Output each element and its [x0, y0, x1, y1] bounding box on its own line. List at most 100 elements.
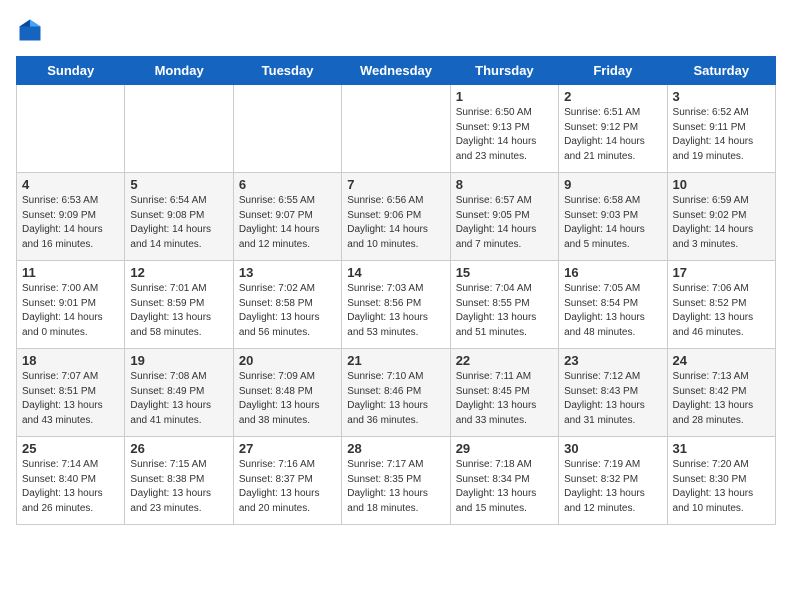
calendar-week-2: 4 Sunrise: 6:53 AM Sunset: 9:09 PM Daylig… [17, 173, 776, 261]
logo-icon [16, 16, 44, 44]
day-header-thursday: Thursday [450, 57, 558, 85]
day-number: 4 [22, 177, 119, 192]
day-number: 11 [22, 265, 119, 280]
calendar-cell: 30 Sunrise: 7:19 AM Sunset: 8:32 PM Dayli… [559, 437, 667, 525]
day-info: Sunrise: 7:10 AM Sunset: 8:46 PM Dayligh… [347, 370, 444, 428]
day-number: 25 [22, 441, 119, 456]
calendar-cell [125, 85, 233, 173]
calendar-cell [17, 85, 125, 173]
day-info: Sunrise: 7:01 AM Sunset: 8:59 PM Dayligh… [130, 282, 227, 340]
calendar-cell: 28Sunrise: 7:17 AM Sunset: 8:35 PM Dayli… [342, 437, 450, 525]
day-info: Sunrise: 7:06 AM Sunset: 8:52 PM Dayligh… [673, 282, 770, 340]
calendar-cell: 5 Sunrise: 6:54 AM Sunset: 9:08 PM Daylig… [125, 173, 233, 261]
calendar-week-1: 1 Sunrise: 6:50 AM Sunset: 9:13 PM Daylig… [17, 85, 776, 173]
day-info: Sunrise: 6:52 AM Sunset: 9:11 PM Dayligh… [673, 106, 770, 164]
day-number: 3 [673, 89, 770, 104]
day-number: 15 [456, 265, 553, 280]
day-info: Sunrise: 7:12 AM Sunset: 8:43 PM Dayligh… [564, 370, 661, 428]
day-info: Sunrise: 6:51 AM Sunset: 9:12 PM Dayligh… [564, 106, 661, 164]
day-header-friday: Friday [559, 57, 667, 85]
calendar-cell: 19Sunrise: 7:08 AM Sunset: 8:49 PM Dayli… [125, 349, 233, 437]
day-number: 30 [564, 441, 661, 456]
day-number: 23 [564, 353, 661, 368]
calendar-cell: 15 Sunrise: 7:04 AM Sunset: 8:55 PM Dayli… [450, 261, 558, 349]
calendar-cell: 25 Sunrise: 7:14 AM Sunset: 8:40 PM Dayli… [17, 437, 125, 525]
day-number: 9 [564, 177, 661, 192]
logo [16, 16, 48, 44]
calendar-cell: 6Sunrise: 6:55 AM Sunset: 9:07 PM Daylig… [233, 173, 341, 261]
calendar-cell [233, 85, 341, 173]
day-info: Sunrise: 7:20 AM Sunset: 8:30 PM Dayligh… [673, 458, 770, 516]
day-number: 8 [456, 177, 553, 192]
calendar-cell: 14 Sunrise: 7:03 AM Sunset: 8:56 PM Dayli… [342, 261, 450, 349]
calendar-cell: 29 Sunrise: 7:18 AM Sunset: 8:34 PM Dayli… [450, 437, 558, 525]
page-header [16, 16, 776, 44]
calendar-cell: 7Sunrise: 6:56 AM Sunset: 9:06 PM Daylig… [342, 173, 450, 261]
day-info: Sunrise: 6:50 AM Sunset: 9:13 PM Dayligh… [456, 106, 553, 164]
day-info: Sunrise: 6:53 AM Sunset: 9:09 PM Dayligh… [22, 194, 119, 252]
day-info: Sunrise: 6:55 AM Sunset: 9:07 PM Dayligh… [239, 194, 336, 252]
calendar-cell: 26 Sunrise: 7:15 AM Sunset: 8:38 PM Dayli… [125, 437, 233, 525]
day-info: Sunrise: 7:02 AM Sunset: 8:58 PM Dayligh… [239, 282, 336, 340]
day-header-monday: Monday [125, 57, 233, 85]
day-number: 21 [347, 353, 444, 368]
day-number: 31 [673, 441, 770, 456]
day-number: 1 [456, 89, 553, 104]
day-number: 17 [673, 265, 770, 280]
calendar-table: SundayMondayTuesdayWednesdayThursdayFrid… [16, 56, 776, 525]
day-info: Sunrise: 7:16 AM Sunset: 8:37 PM Dayligh… [239, 458, 336, 516]
day-info: Sunrise: 7:00 AM Sunset: 9:01 PM Dayligh… [22, 282, 119, 340]
calendar-week-3: 11 Sunrise: 7:00 AM Sunset: 9:01 PM Dayli… [17, 261, 776, 349]
day-number: 29 [456, 441, 553, 456]
day-info: Sunrise: 7:11 AM Sunset: 8:45 PM Dayligh… [456, 370, 553, 428]
day-info: Sunrise: 7:03 AM Sunset: 8:56 PM Dayligh… [347, 282, 444, 340]
day-number: 10 [673, 177, 770, 192]
day-header-saturday: Saturday [667, 57, 775, 85]
calendar-cell: 10 Sunrise: 6:59 AM Sunset: 9:02 PM Dayli… [667, 173, 775, 261]
day-number: 14 [347, 265, 444, 280]
day-number: 5 [130, 177, 227, 192]
calendar-week-5: 25 Sunrise: 7:14 AM Sunset: 8:40 PM Dayli… [17, 437, 776, 525]
calendar-cell: 1 Sunrise: 6:50 AM Sunset: 9:13 PM Daylig… [450, 85, 558, 173]
calendar-cell: 31 Sunrise: 7:20 AM Sunset: 8:30 PM Dayli… [667, 437, 775, 525]
day-number: 24 [673, 353, 770, 368]
day-number: 7 [347, 177, 444, 192]
day-info: Sunrise: 6:59 AM Sunset: 9:02 PM Dayligh… [673, 194, 770, 252]
calendar-cell: 21 Sunrise: 7:10 AM Sunset: 8:46 PM Dayli… [342, 349, 450, 437]
day-info: Sunrise: 7:15 AM Sunset: 8:38 PM Dayligh… [130, 458, 227, 516]
day-info: Sunrise: 6:58 AM Sunset: 9:03 PM Dayligh… [564, 194, 661, 252]
day-header-tuesday: Tuesday [233, 57, 341, 85]
day-number: 28 [347, 441, 444, 456]
day-info: Sunrise: 7:19 AM Sunset: 8:32 PM Dayligh… [564, 458, 661, 516]
calendar-cell: 20 Sunrise: 7:09 AM Sunset: 8:48 PM Dayli… [233, 349, 341, 437]
calendar-cell: 11 Sunrise: 7:00 AM Sunset: 9:01 PM Dayli… [17, 261, 125, 349]
calendar-cell: 4 Sunrise: 6:53 AM Sunset: 9:09 PM Daylig… [17, 173, 125, 261]
calendar-cell: 27 Sunrise: 7:16 AM Sunset: 8:37 PM Dayli… [233, 437, 341, 525]
calendar-cell: 16Sunrise: 7:05 AM Sunset: 8:54 PM Dayli… [559, 261, 667, 349]
calendar-cell: 8Sunrise: 6:57 AM Sunset: 9:05 PM Daylig… [450, 173, 558, 261]
day-number: 19 [130, 353, 227, 368]
day-info: Sunrise: 7:09 AM Sunset: 8:48 PM Dayligh… [239, 370, 336, 428]
day-number: 26 [130, 441, 227, 456]
day-info: Sunrise: 7:14 AM Sunset: 8:40 PM Dayligh… [22, 458, 119, 516]
day-number: 2 [564, 89, 661, 104]
calendar-header-row: SundayMondayTuesdayWednesdayThursdayFrid… [17, 57, 776, 85]
day-number: 20 [239, 353, 336, 368]
day-info: Sunrise: 7:18 AM Sunset: 8:34 PM Dayligh… [456, 458, 553, 516]
day-header-sunday: Sunday [17, 57, 125, 85]
calendar-week-4: 18Sunrise: 7:07 AM Sunset: 8:51 PM Dayli… [17, 349, 776, 437]
day-number: 27 [239, 441, 336, 456]
day-info: Sunrise: 6:54 AM Sunset: 9:08 PM Dayligh… [130, 194, 227, 252]
calendar-cell: 3 Sunrise: 6:52 AM Sunset: 9:11 PM Daylig… [667, 85, 775, 173]
calendar-cell [342, 85, 450, 173]
calendar-cell: 22Sunrise: 7:11 AM Sunset: 8:45 PM Dayli… [450, 349, 558, 437]
calendar-cell: 24 Sunrise: 7:13 AM Sunset: 8:42 PM Dayli… [667, 349, 775, 437]
day-info: Sunrise: 7:04 AM Sunset: 8:55 PM Dayligh… [456, 282, 553, 340]
calendar-cell: 12 Sunrise: 7:01 AM Sunset: 8:59 PM Dayli… [125, 261, 233, 349]
day-info: Sunrise: 7:05 AM Sunset: 8:54 PM Dayligh… [564, 282, 661, 340]
day-info: Sunrise: 7:13 AM Sunset: 8:42 PM Dayligh… [673, 370, 770, 428]
day-number: 12 [130, 265, 227, 280]
calendar-cell: 13Sunrise: 7:02 AM Sunset: 8:58 PM Dayli… [233, 261, 341, 349]
calendar-cell: 2 Sunrise: 6:51 AM Sunset: 9:12 PM Daylig… [559, 85, 667, 173]
calendar-cell: 17 Sunrise: 7:06 AM Sunset: 8:52 PM Dayli… [667, 261, 775, 349]
